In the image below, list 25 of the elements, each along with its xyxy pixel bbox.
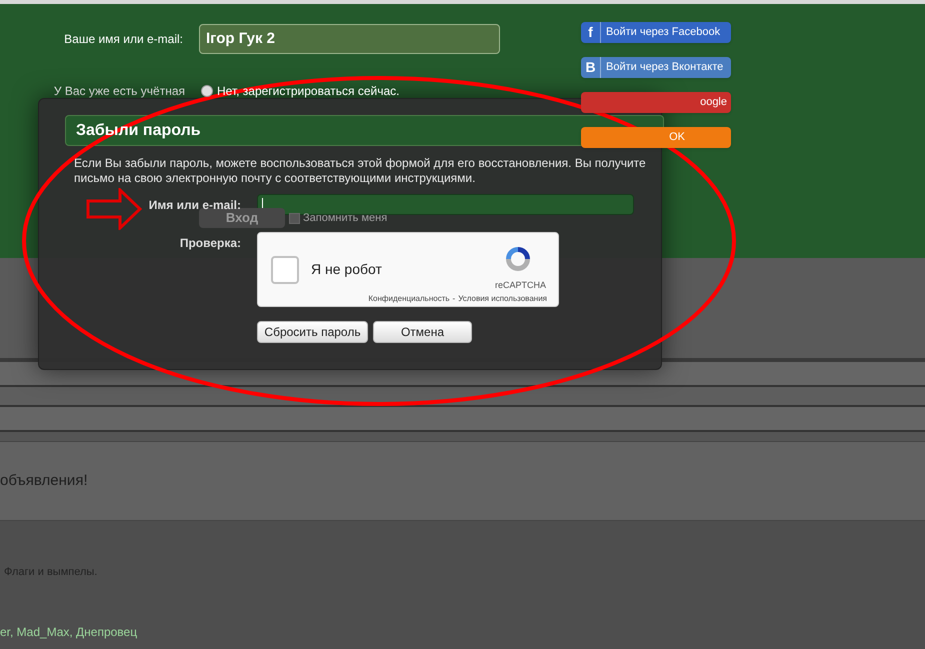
reset-password-button[interactable]: Сбросить пароль bbox=[257, 321, 368, 343]
annotation-arrow bbox=[86, 188, 142, 230]
name-field[interactable]: Ігор Гук 2 bbox=[199, 24, 500, 54]
cancel-button[interactable]: Отмена bbox=[373, 321, 472, 343]
heading-text: объявления! bbox=[0, 470, 88, 491]
captcha-brand: reCAPTCHA bbox=[494, 279, 546, 292]
social-login-button[interactable]: f Войти через Facebook bbox=[581, 22, 731, 43]
social-login-button[interactable]: oogle bbox=[581, 92, 731, 113]
login-button[interactable]: Вход bbox=[199, 208, 285, 228]
user-list: er, Mad_Max, Днепровец bbox=[0, 622, 925, 640]
captcha-checkbox[interactable] bbox=[271, 256, 299, 284]
field-label: У Вас уже есть учётная bbox=[52, 83, 185, 100]
field-label: Ваше имя или e-mail: bbox=[63, 31, 184, 48]
separator-text: - bbox=[452, 293, 456, 305]
text-cursor bbox=[262, 198, 263, 211]
social-login-button[interactable]: B Войти через Вконтакте bbox=[581, 57, 731, 78]
dialog-description: Если Вы забыли пароль, можете воспользоваться этой формой для его восстановления. Вы получите письмо на свою электронную почту с соответствующими инструкциями. bbox=[74, 156, 647, 186]
radio-button[interactable] bbox=[201, 85, 213, 97]
checkbox[interactable] bbox=[289, 212, 300, 224]
field-label: Проверка: bbox=[178, 235, 241, 252]
captcha-link[interactable]: Конфиденциальность bbox=[368, 293, 450, 305]
checkbox-label[interactable]: Запомнить меня bbox=[303, 210, 388, 226]
email-field[interactable] bbox=[257, 194, 634, 215]
captcha-link[interactable]: Условия использования bbox=[458, 293, 547, 305]
captcha-label: Я не робот bbox=[311, 260, 382, 279]
